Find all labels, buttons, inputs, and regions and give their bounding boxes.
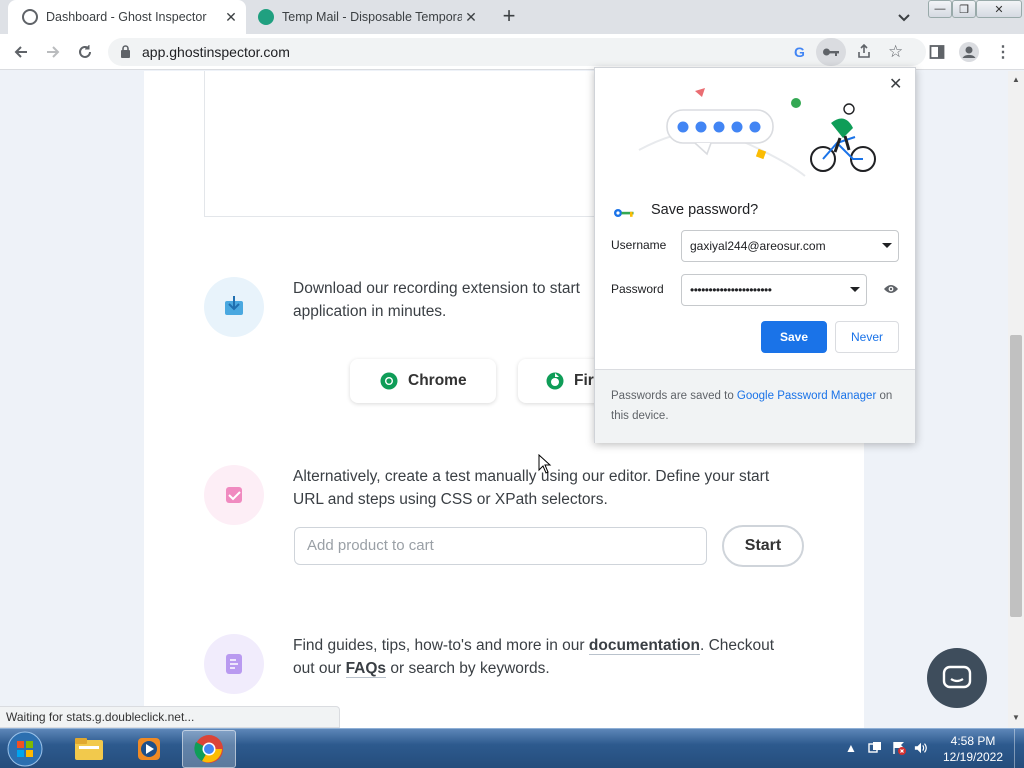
scrollbar-thumb[interactable] <box>1010 335 1022 617</box>
tab-search-icon[interactable] <box>896 10 912 26</box>
forward-button[interactable] <box>40 39 66 65</box>
mouse-cursor-icon <box>538 453 552 479</box>
media-player-taskbar-icon[interactable] <box>122 730 176 768</box>
clock-date: 12/19/2022 <box>942 750 1004 764</box>
lock-icon[interactable] <box>120 45 131 63</box>
password-value: •••••••••••••••••••••• <box>690 283 772 297</box>
docs-text-pre: Find guides, tips, how-to's and more in … <box>293 637 589 654</box>
chevron-down-icon <box>850 287 860 292</box>
side-panel-icon[interactable] <box>924 39 950 65</box>
start-button[interactable]: Start <box>722 525 804 567</box>
checkmark-icon <box>204 465 264 525</box>
save-password-dialog: ✕ Save password? Username gaxiyal244@are… <box>594 67 916 443</box>
windows-logo-icon <box>7 731 43 767</box>
documentation-link[interactable]: documentation <box>588 637 700 655</box>
temp-mail-favicon-icon <box>258 9 274 25</box>
address-bar[interactable]: app.ghostinspector.com G ☆ <box>108 38 926 66</box>
url-text: app.ghostinspector.com <box>142 44 290 60</box>
username-label: Username <box>611 238 667 252</box>
manual-text-line2: URL and steps using CSS or XPath selecto… <box>293 491 608 508</box>
show-hidden-icons-icon[interactable]: ▲ <box>844 741 858 755</box>
chrome-taskbar-icon[interactable] <box>182 730 236 768</box>
chat-icon <box>942 665 972 689</box>
file-explorer-taskbar-icon[interactable] <box>62 730 116 768</box>
close-tab-icon[interactable]: ✕ <box>222 8 240 26</box>
never-save-button[interactable]: Never <box>835 321 899 353</box>
action-center-icon[interactable] <box>892 741 906 755</box>
ghost-inspector-favicon-icon <box>22 9 38 25</box>
network-icon[interactable] <box>868 741 882 755</box>
close-tab-icon[interactable]: ✕ <box>462 8 480 26</box>
recording-text-line1: Download our recording extension to star… <box>293 280 580 297</box>
footer-text-pre: Passwords are saved to <box>611 390 737 402</box>
restore-window-icon[interactable]: ❐ <box>952 0 976 18</box>
status-bar: Waiting for stats.g.doubleclick.net... <box>0 706 340 728</box>
docs-text: Find guides, tips, how-to's and more in … <box>293 634 813 680</box>
scroll-down-arrow-icon[interactable]: ▼ <box>1012 713 1020 722</box>
dialog-title: Save password? <box>651 202 759 218</box>
docs-text-post2: or search by keywords. <box>386 660 550 677</box>
tab-title: Dashboard - Ghost Inspector <box>46 10 207 24</box>
clock-time: 4:58 PM <box>950 734 996 748</box>
reload-button[interactable] <box>72 39 98 65</box>
back-button[interactable] <box>8 39 34 65</box>
docs-text-post: . Checkout <box>699 637 775 654</box>
chrome-extension-button[interactable]: Chrome <box>350 359 496 403</box>
username-select[interactable]: gaxiyal244@areosur.com <box>681 230 899 262</box>
editor-preview-box <box>204 71 624 217</box>
key-icon <box>613 205 635 223</box>
docs-text-pre2: out our <box>293 660 346 677</box>
chevron-down-icon <box>882 243 892 248</box>
scroll-up-arrow-icon[interactable]: ▲ <box>1012 75 1020 84</box>
share-icon[interactable] <box>856 43 872 64</box>
manual-text: Alternatively, create a test manually us… <box>293 465 813 511</box>
bookmark-star-icon[interactable]: ☆ <box>888 42 903 62</box>
chat-widget-button[interactable] <box>927 648 987 708</box>
chrome-logo-icon <box>380 372 398 390</box>
password-select[interactable]: •••••••••••••••••••••• <box>681 274 867 306</box>
recording-text: Download our recording extension to star… <box>293 277 593 323</box>
start-menu-button[interactable] <box>4 729 46 768</box>
password-label: Password <box>611 282 664 296</box>
username-value: gaxiyal244@areosur.com <box>690 239 826 253</box>
chrome-extension-label: Chrome <box>408 372 467 389</box>
tab-title: Temp Mail - Disposable Temporar <box>282 10 462 24</box>
minimize-window-icon[interactable]: — <box>928 0 952 18</box>
save-password-button[interactable]: Save <box>761 321 827 353</box>
dialog-footer: Passwords are saved to Google Password M… <box>595 369 915 443</box>
windows-taskbar: ▲ 4:58 PM 12/19/2022 <box>0 728 1024 768</box>
document-icon <box>204 634 264 694</box>
more-menu-icon[interactable]: ⋮ <box>990 39 1016 65</box>
browser-toolbar: app.ghostinspector.com G ☆ ⋮ <box>0 34 1024 70</box>
password-illustration <box>635 80 885 185</box>
page-scrollbar[interactable]: ▲ ▼ <box>1008 71 1024 728</box>
tab-dashboard[interactable]: Dashboard - Ghost Inspector ✕ <box>8 0 246 34</box>
google-password-manager-link[interactable]: Google Password Manager <box>737 390 876 402</box>
close-dialog-icon[interactable]: ✕ <box>889 74 902 94</box>
recording-text-line2: application in minutes. <box>293 303 447 320</box>
firefox-logo-icon <box>546 372 564 390</box>
password-key-icon[interactable] <box>816 38 846 66</box>
faqs-link[interactable]: FAQs <box>345 660 387 678</box>
tab-strip: Dashboard - Ghost Inspector ✕ Temp Mail … <box>0 0 1024 34</box>
firefox-extension-label: Fir <box>574 372 594 389</box>
tab-temp-mail[interactable]: Temp Mail - Disposable Temporar ✕ <box>246 0 486 34</box>
profile-avatar-icon[interactable] <box>956 39 982 65</box>
volume-icon[interactable] <box>914 741 928 755</box>
system-clock[interactable]: 4:58 PM 12/19/2022 <box>936 733 1010 765</box>
google-icon[interactable]: G <box>794 44 805 60</box>
show-desktop-button[interactable] <box>1014 729 1024 768</box>
close-window-icon[interactable]: ✕ <box>976 0 1022 18</box>
start-url-input[interactable]: Add product to cart <box>294 527 707 565</box>
download-icon <box>204 277 264 337</box>
new-tab-button[interactable]: + <box>498 5 520 28</box>
manual-text-line1: Alternatively, create a test manually us… <box>293 468 770 485</box>
show-password-eye-icon[interactable] <box>883 282 899 300</box>
